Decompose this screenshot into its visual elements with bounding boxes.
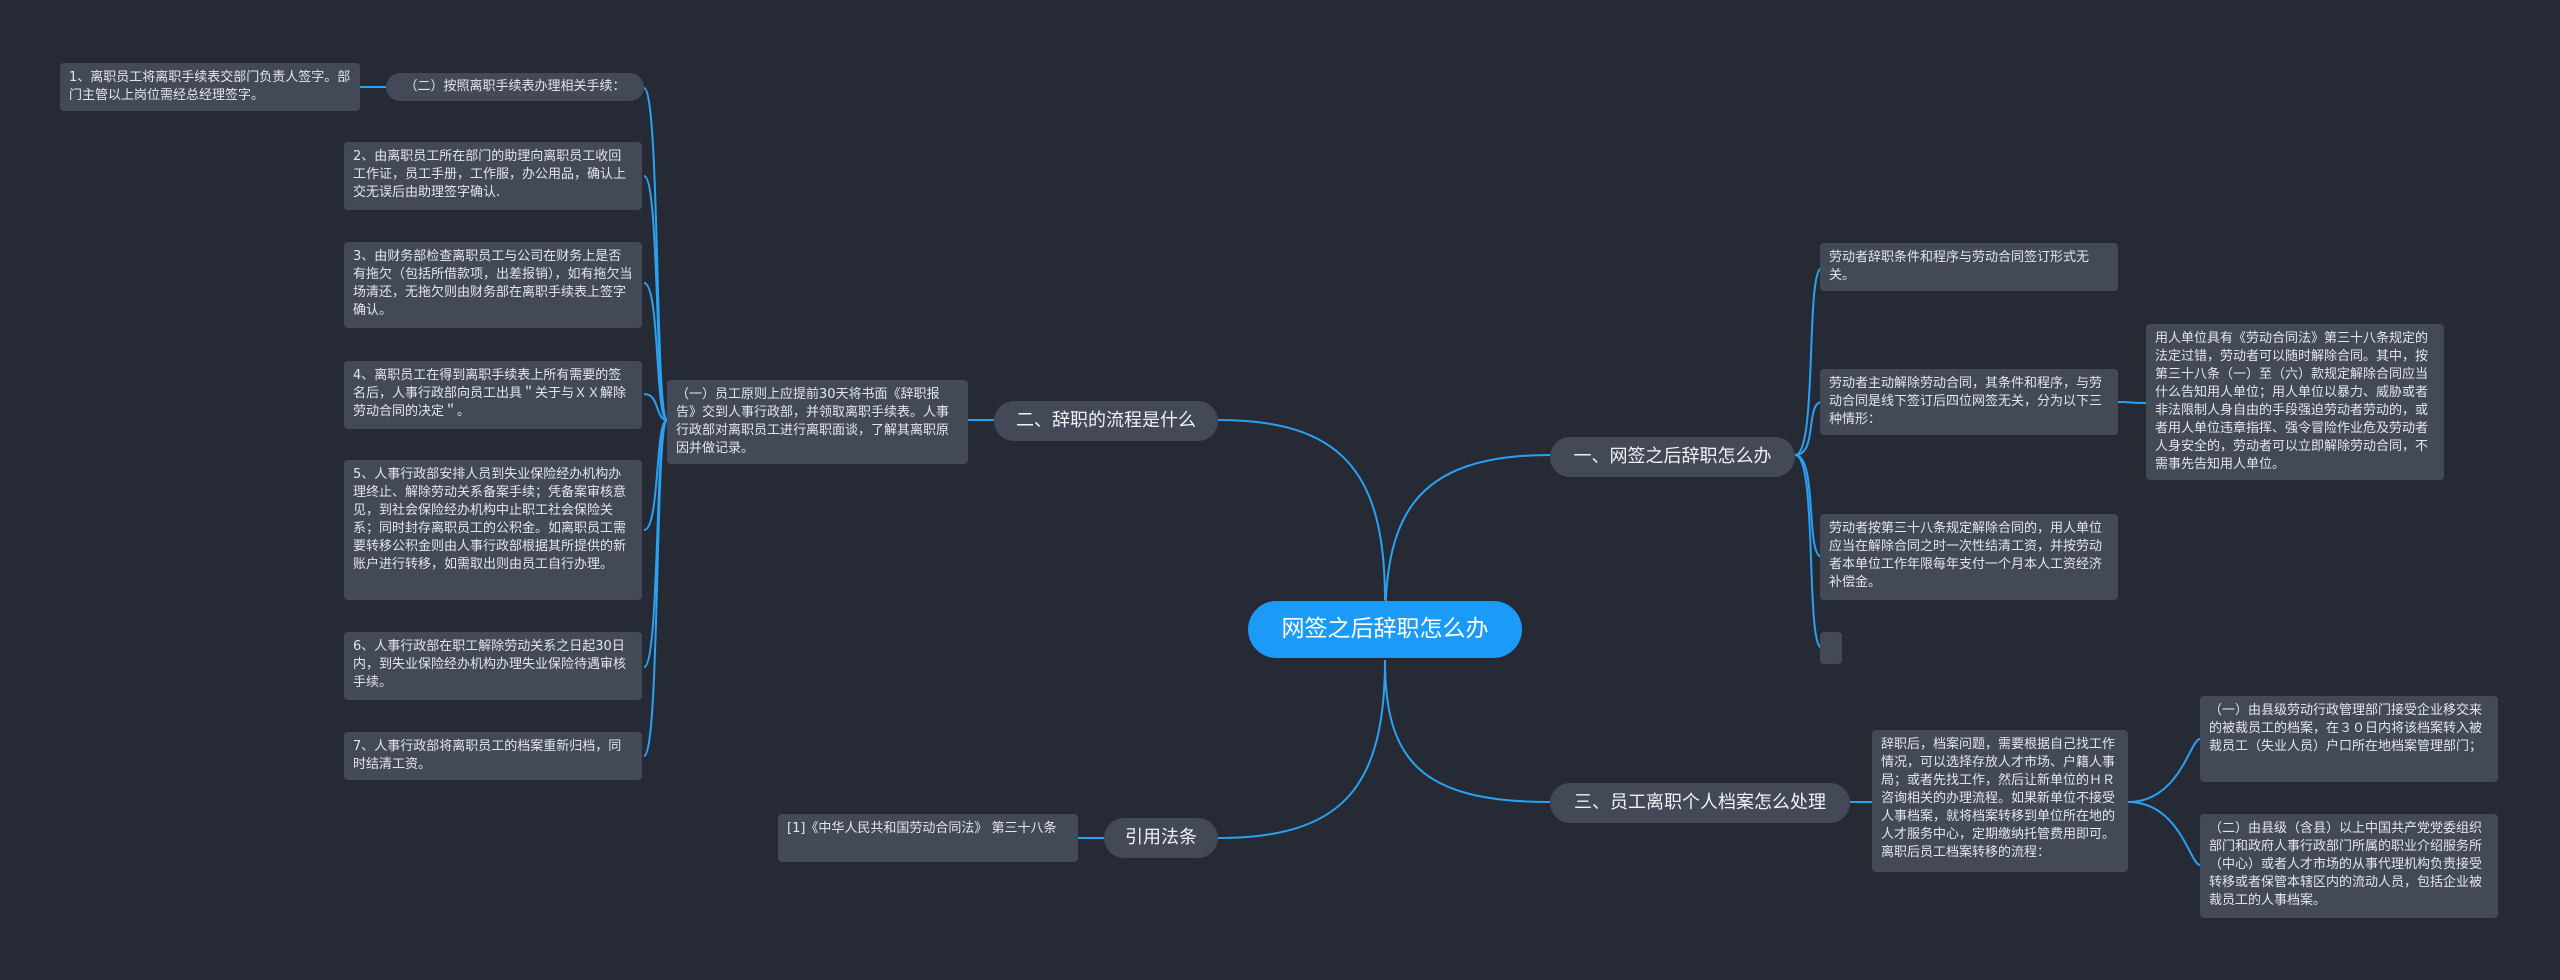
link-central-b2 (1217, 419, 1386, 601)
link-central-b4 (1217, 659, 1386, 839)
branch-personal-file-handling[interactable]: 三、员工离职个人档案怎么处理 (1550, 783, 1850, 823)
branch-resign-after-online-contract[interactable]: 一、网签之后辞职怎么办 (1550, 437, 1795, 477)
topic-resign-conditions[interactable]: 劳动者辞职条件和程序与劳动合同签订形式无关。 (1820, 243, 2118, 291)
link-b1-t1-1 (1794, 267, 1823, 456)
link-t1-2-t1-2a (2117, 401, 2147, 404)
topic-active-termination[interactable]: 劳动者主动解除劳动合同，其条件和程序，与劳动合同是线下签订后四位网签无关，分为以… (1820, 369, 2118, 435)
mind-map-canvas: 网签之后辞职怎么办 一、网签之后辞职怎么办 二、辞职的流程是什么 三、员工离职个… (0, 0, 2560, 980)
topic-settlement-compensation[interactable]: 劳动者按第三十八条规定解除合同的，用人单位应当在解除合同之时一次性结清工资，并按… (1820, 514, 2118, 600)
topic-step-3-finance-check[interactable]: 3、由财务部检查离职员工与公司在财务上是否有拖欠（包括所借款项，出差报销），如有… (344, 242, 642, 328)
topic-step-7-archive[interactable]: 7、人事行政部将离职员工的档案重新归档，同时结清工资。 (344, 732, 642, 780)
branch-cited-law[interactable]: 引用法条 (1104, 818, 1218, 858)
topic-step-2-return-items[interactable]: 2、由离职员工所在部门的助理向离职员工收回工作证，员工手册，工作服，办公用品，确… (344, 142, 642, 210)
branch-resignation-process[interactable]: 二、辞职的流程是什么 (994, 401, 1218, 441)
topic-file-storage[interactable]: 辞职后，档案问题，需要根据自己找工作情况，可以选择存放人才市场、户籍人事局；或者… (1872, 730, 2128, 872)
link-t3-1-t3-1a (2127, 738, 2201, 803)
topic-article-38-details[interactable]: 用人单位具有《劳动合同法》第三十八条规定的法定过错，劳动者可以随时解除合同。其中… (2146, 324, 2444, 480)
topic-file-transfer-talent-market[interactable]: （二）由县级（含县）以上中国共产党党委组织部门和政府人事行政部门所属的职业介绍服… (2200, 814, 2498, 918)
central-topic[interactable]: 网签之后辞职怎么办 (1248, 601, 1522, 658)
topic-step-5-insurance[interactable]: 5、人事行政部安排人员到失业保险经办机构办理终止、解除劳动关系备案手续；凭备案审… (344, 460, 642, 600)
topic-file-transfer-county-labor[interactable]: （一）由县级劳动行政管理部门接受企业移交来的被裁员工的档案，在３０日内将该档案转… (2200, 696, 2498, 782)
topic-resignation-report[interactable]: （一）员工原则上应提前30天将书面《辞职报告》交到人事行政部，并领取离职手续表。… (667, 380, 968, 464)
topic-handle-procedures[interactable]: （二）按照离职手续表办理相关手续： (386, 73, 644, 101)
topic-step-1-sign[interactable]: 1、离职员工将离职手续表交部门负责人签字。部门主管以上岗位需经总经理签字。 (60, 63, 360, 111)
link-t3-1-t3-1b (2127, 801, 2201, 866)
topic-step-6-unemployment[interactable]: 6、人事行政部在职工解除劳动关系之日起30日内，到失业保险经办机构办理失业保险待… (344, 632, 642, 700)
topic-step-4-termination-decision[interactable]: 4、离职员工在得到离职手续表上所有需要的签名后，人事行政部向员工出具＂关于与ＸＸ… (344, 361, 642, 429)
link-central-b3 (1384, 659, 1551, 803)
topic-labor-contract-law-citation[interactable]: [1]《中华人民共和国劳动合同法》 第三十八条 (778, 814, 1078, 862)
topic-empty[interactable] (1820, 632, 1842, 664)
